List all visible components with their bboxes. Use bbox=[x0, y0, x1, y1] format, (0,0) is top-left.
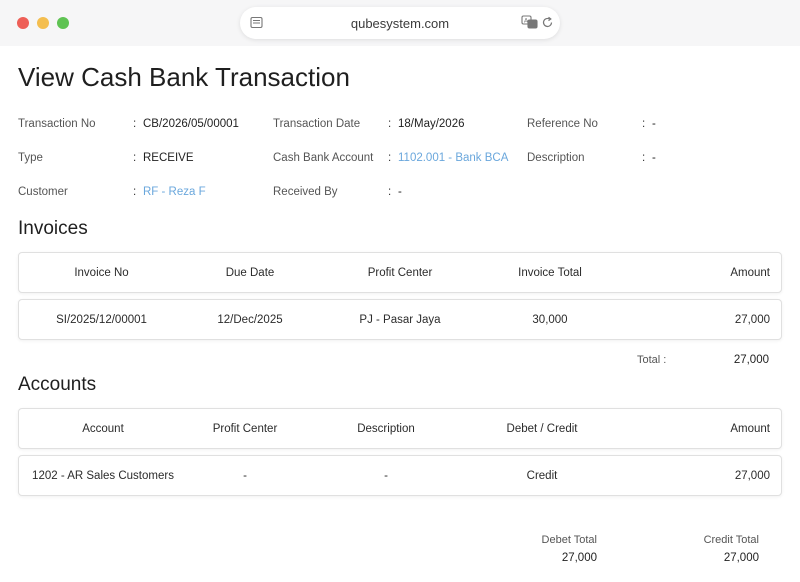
transaction-date-value: 18/May/2026 bbox=[398, 118, 465, 130]
column-header: Profit Center bbox=[367, 266, 433, 279]
column-header: Description bbox=[357, 422, 415, 435]
received-by-value: - bbox=[398, 186, 402, 198]
invoice-total-cell: 30,000 bbox=[532, 313, 568, 326]
window-controls bbox=[17, 17, 69, 29]
invoices-section-title: Invoices bbox=[18, 218, 88, 239]
reference-no-label: Reference No bbox=[527, 118, 598, 130]
transaction-date-label: Transaction Date bbox=[273, 118, 361, 130]
amount-cell: 27,000 bbox=[734, 469, 770, 482]
received-by-label: Received By bbox=[273, 186, 338, 198]
maximize-window-button[interactable] bbox=[57, 17, 69, 29]
description-label: Description bbox=[527, 152, 585, 164]
column-header: Account bbox=[82, 422, 124, 435]
profit-center-cell: PJ - Pasar Jaya bbox=[359, 313, 441, 326]
colon: : bbox=[388, 118, 392, 130]
url-text[interactable]: qubesystem.com bbox=[240, 16, 560, 31]
colon: : bbox=[133, 152, 137, 164]
profit-center-cell: - bbox=[243, 469, 247, 482]
accounts-section-title: Accounts bbox=[18, 374, 97, 395]
info-row: Type : RECEIVE Cash Bank Account : 1102.… bbox=[18, 144, 782, 178]
description-value: - bbox=[652, 152, 656, 164]
translate-icon[interactable]: A bbox=[521, 15, 538, 30]
page-title: View Cash Bank Transaction bbox=[18, 62, 350, 92]
credit-total-label: Credit Total bbox=[703, 534, 759, 546]
invoices-total-value: 27,000 bbox=[733, 354, 769, 366]
info-row: Customer : RF - Reza F Received By : - bbox=[18, 178, 782, 212]
colon: : bbox=[133, 186, 137, 198]
column-header: Debet / Credit bbox=[506, 422, 578, 435]
column-header: Profit Center bbox=[212, 422, 278, 435]
column-header: Amount bbox=[730, 422, 770, 435]
column-header: Amount bbox=[730, 266, 770, 279]
reload-icon[interactable] bbox=[541, 16, 554, 29]
column-header: Invoice No bbox=[74, 266, 129, 279]
debet-credit-cell: Credit bbox=[526, 469, 558, 482]
due-date-cell: 12/Dec/2025 bbox=[217, 313, 283, 326]
debet-total-value: 27,000 bbox=[561, 552, 597, 564]
transaction-info: Transaction No : CB/2026/05/00001 Transa… bbox=[18, 110, 782, 212]
address-bar[interactable]: qubesystem.com A bbox=[240, 7, 560, 39]
colon: : bbox=[642, 118, 646, 130]
colon: : bbox=[388, 186, 392, 198]
table-row: 1202 - AR Sales Customers - - Credit 27,… bbox=[18, 455, 782, 496]
type-label: Type bbox=[18, 152, 43, 164]
type-value: RECEIVE bbox=[143, 152, 194, 164]
debet-total-label: Debet Total bbox=[541, 534, 597, 546]
column-header: Invoice Total bbox=[518, 266, 582, 279]
table-row: SI/2025/12/00001 12/Dec/2025 PJ - Pasar … bbox=[18, 299, 782, 340]
colon: : bbox=[388, 152, 392, 164]
accounts-table-header: Account Profit Center Description Debet … bbox=[18, 408, 782, 449]
credit-total-value: 27,000 bbox=[723, 552, 759, 564]
cash-bank-account-label: Cash Bank Account bbox=[273, 152, 374, 164]
colon: : bbox=[133, 118, 137, 130]
account-cell: 1202 - AR Sales Customers bbox=[32, 469, 174, 482]
invoice-no-cell: SI/2025/12/00001 bbox=[56, 313, 147, 326]
cash-bank-account-link[interactable]: 1102.001 - Bank BCA bbox=[398, 152, 508, 164]
minimize-window-button[interactable] bbox=[37, 17, 49, 29]
close-window-button[interactable] bbox=[17, 17, 29, 29]
colon: : bbox=[642, 152, 646, 164]
transaction-no-value: CB/2026/05/00001 bbox=[143, 118, 239, 130]
info-row: Transaction No : CB/2026/05/00001 Transa… bbox=[18, 110, 782, 144]
invoices-table-header: Invoice No Due Date Profit Center Invoic… bbox=[18, 252, 782, 293]
reference-no-value: - bbox=[652, 118, 656, 130]
customer-link[interactable]: RF - Reza F bbox=[143, 186, 206, 198]
transaction-no-label: Transaction No bbox=[18, 118, 96, 130]
amount-cell: 27,000 bbox=[734, 313, 770, 326]
invoices-total-label: Total : bbox=[637, 354, 667, 366]
customer-label: Customer bbox=[18, 186, 68, 198]
browser-titlebar: qubesystem.com A bbox=[0, 0, 800, 46]
column-header: Due Date bbox=[225, 266, 275, 279]
description-cell: - bbox=[384, 469, 388, 482]
